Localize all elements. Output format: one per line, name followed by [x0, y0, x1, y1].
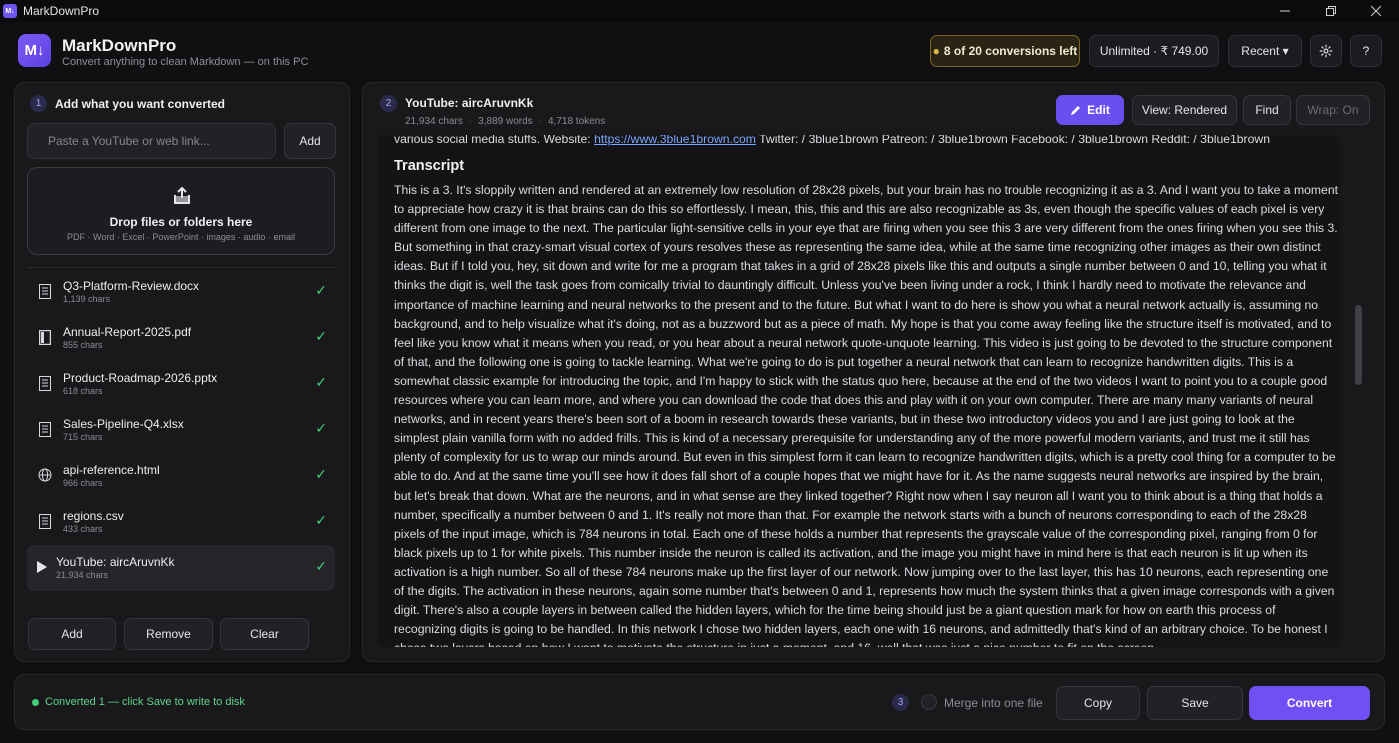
close-button[interactable] [1353, 0, 1399, 22]
save-button[interactable]: Save [1147, 686, 1243, 720]
remove-button[interactable]: Remove [124, 618, 213, 650]
status-message: Converted 1 — click Save to write to dis… [45, 696, 245, 708]
scrollbar-thumb[interactable] [1355, 305, 1362, 385]
restore-icon [1326, 6, 1336, 16]
file-name: Sales-Pipeline-Q4.xlsx [63, 417, 184, 431]
file-chars: 433 chars [63, 524, 103, 534]
copy-button[interactable]: Copy [1056, 686, 1140, 720]
file-chars: 966 chars [63, 478, 103, 488]
file-name: regions.csv [63, 509, 124, 523]
drop-zone-title: Drop files or folders here [109, 215, 253, 229]
input-panel: 1 Add what you want converted Add Drop f… [14, 82, 350, 662]
plan-button[interactable]: Unlimited · ₹ 749.00 [1089, 35, 1219, 67]
file-item-pptx[interactable]: Product-Roadmap-2026.pptx 618 chars ✓ [27, 361, 335, 407]
file-name: Annual-Report-2025.pdf [63, 325, 192, 339]
divider [27, 267, 335, 268]
app-name: MarkDownPro [62, 36, 177, 55]
title-bar: M↓ MarkDownPro [0, 0, 1399, 22]
document-icon [38, 421, 52, 437]
file-chars: 618 chars [63, 386, 103, 396]
gear-icon [1319, 44, 1333, 58]
input-panel-title: Add what you want converted [55, 97, 226, 111]
file-item-html[interactable]: api-reference.html 966 chars ✓ [27, 453, 335, 499]
step-1-badge: 1 [30, 95, 47, 112]
convert-button[interactable]: Convert [1249, 686, 1370, 720]
window-title: MarkDownPro [23, 4, 100, 18]
minimize-button[interactable] [1262, 0, 1308, 22]
upload-icon [174, 186, 190, 204]
token-count: 4,718 tokens [548, 116, 606, 127]
step-3-badge: 3 [892, 694, 909, 711]
help-icon: ? [1362, 44, 1370, 58]
quota-text: 8 of 20 conversions left [943, 44, 1078, 58]
edit-button[interactable]: Edit [1056, 95, 1124, 125]
add-files-button[interactable]: Add [28, 618, 116, 650]
file-list: Q3-Platform-Review.docx 1,139 chars ✓ An… [27, 269, 335, 591]
add-link-button[interactable]: Add [284, 123, 336, 159]
file-chars: 1,139 chars [63, 294, 111, 304]
step-2-badge: 2 [380, 95, 397, 112]
transcript-text: This is a 3. It's sloppily written and r… [394, 183, 1338, 647]
file-chars: 855 chars [63, 340, 103, 350]
check-icon: ✓ [315, 374, 327, 390]
drop-zone-formats: PDF · Word · Excel · PowerPoint · images… [67, 232, 295, 242]
website-link[interactable]: https://www.3blue1brown.com [594, 135, 756, 146]
find-button[interactable]: Find [1243, 95, 1291, 125]
check-icon: ✓ [315, 512, 327, 528]
check-icon: ✓ [315, 466, 327, 482]
word-count: 3,889 words [478, 116, 533, 127]
close-icon [1371, 6, 1381, 16]
help-button[interactable]: ? [1350, 35, 1382, 67]
drop-zone[interactable]: Drop files or folders here PDF · Word · … [27, 167, 335, 255]
char-count: 21,934 chars [405, 116, 463, 127]
recent-dropdown[interactable]: Recent ▾ [1228, 35, 1302, 67]
app-header: M↓ MarkDownPro Convert anything to clean… [0, 22, 1399, 80]
check-icon: ✓ [315, 282, 327, 298]
app-tagline: Convert anything to clean Markdown — on … [62, 56, 309, 68]
file-name: YouTube: aircAruvnKk [56, 555, 175, 569]
clear-button[interactable]: Clear [220, 618, 309, 650]
status-bar: Converted 1 — click Save to write to dis… [14, 674, 1385, 730]
document-icon [38, 283, 52, 299]
file-chars: 21,934 chars [56, 570, 109, 580]
settings-button[interactable] [1310, 35, 1342, 67]
edit-label: Edit [1087, 103, 1110, 117]
app-logo-icon: M↓ [3, 4, 17, 18]
play-icon [35, 559, 49, 575]
file-item-pdf[interactable]: Annual-Report-2025.pdf 855 chars ✓ [27, 315, 335, 361]
transcript-heading: Transcript [394, 158, 465, 174]
quota-badge[interactable]: ● 8 of 20 conversions left [930, 35, 1080, 67]
view-mode-button[interactable]: View: Rendered [1132, 95, 1237, 125]
document-icon [38, 375, 52, 391]
quota-dot-icon: ● [932, 44, 940, 58]
globe-icon [38, 467, 52, 483]
file-item-csv[interactable]: regions.csv 433 chars ✓ [27, 499, 335, 545]
wrap-toggle[interactable]: Wrap: On [1296, 95, 1370, 125]
markdown-preview[interactable]: various social media stuffs. Website: ht… [377, 135, 1340, 647]
status-dot-icon [32, 699, 39, 706]
file-name: Q3-Platform-Review.docx [63, 279, 200, 293]
preview-title: YouTube: aircAruvnKk [405, 96, 534, 110]
file-name: Product-Roadmap-2026.pptx [63, 371, 218, 385]
pencil-icon [1071, 105, 1081, 115]
app-logo: M↓ [18, 34, 51, 67]
file-item-docx[interactable]: Q3-Platform-Review.docx 1,139 chars ✓ [27, 269, 335, 315]
minimize-icon [1280, 10, 1290, 12]
preview-stats: 21,934 chars · 3,889 words · 4,718 tokens [405, 116, 606, 127]
check-icon: ✓ [315, 328, 327, 344]
file-item-youtube[interactable]: YouTube: aircAruvnKk 21,934 chars ✓ [27, 545, 335, 591]
file-item-xlsx[interactable]: Sales-Pipeline-Q4.xlsx 715 chars ✓ [27, 407, 335, 453]
preview-panel: 2 YouTube: aircAruvnKk 21,934 chars · 3,88… [362, 82, 1385, 662]
link-input[interactable] [27, 123, 276, 159]
document-icon [38, 513, 52, 529]
merge-checkbox[interactable] [921, 694, 937, 710]
check-icon: ✓ [315, 558, 327, 574]
file-chars: 715 chars [63, 432, 103, 442]
merge-label: Merge into one file [944, 696, 1043, 710]
pdf-icon [38, 329, 52, 345]
maximize-button[interactable] [1308, 0, 1354, 22]
check-icon: ✓ [315, 420, 327, 436]
file-name: api-reference.html [63, 463, 160, 477]
description-line: various social media stuffs. Website: ht… [394, 135, 1334, 146]
